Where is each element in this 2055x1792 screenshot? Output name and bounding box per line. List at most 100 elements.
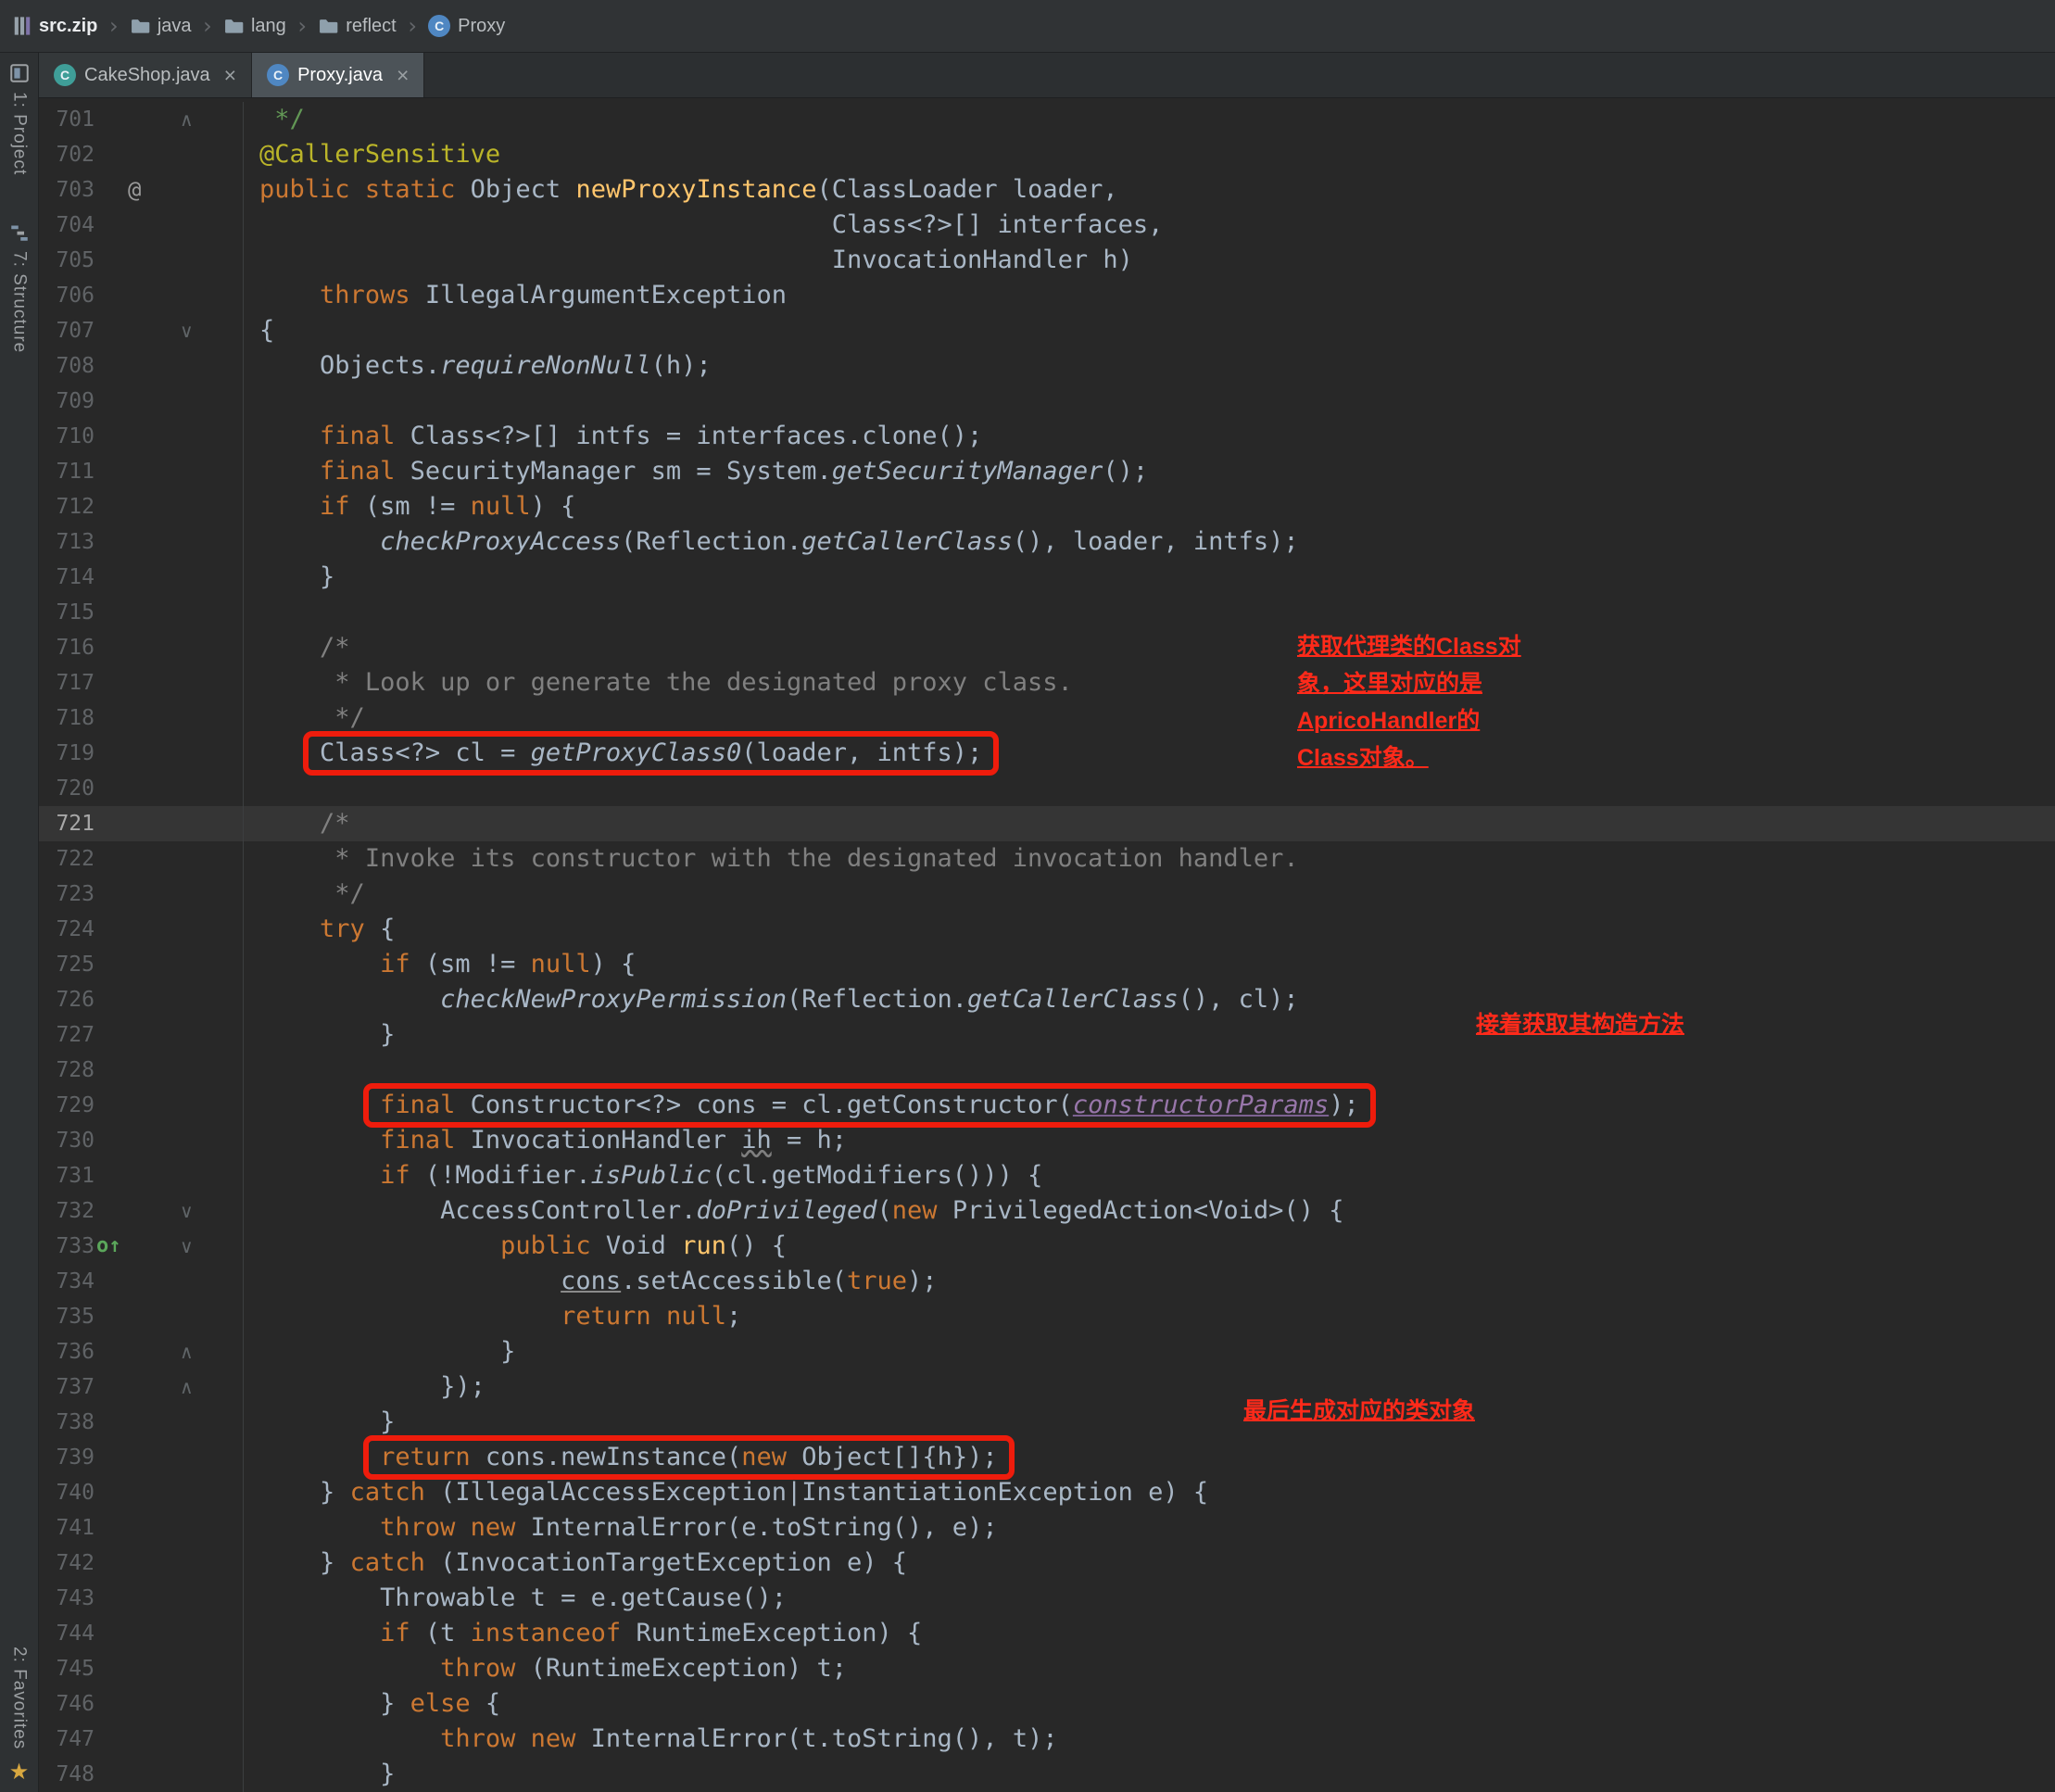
code-cell[interactable]: } — [243, 560, 2055, 595]
code-cell[interactable]: InvocationHandler h) — [243, 243, 2055, 278]
code-line[interactable]: 743 Throwable t = e.getCause(); — [39, 1581, 2055, 1616]
code-cell[interactable] — [243, 384, 2055, 419]
line-number[interactable]: 727 — [39, 1017, 95, 1053]
breadcrumb-item[interactable]: java — [130, 16, 192, 37]
code-cell[interactable]: } catch (InvocationTargetException e) { — [243, 1546, 2055, 1581]
line-number[interactable]: 721 — [39, 806, 95, 841]
line-number[interactable]: 739 — [39, 1440, 95, 1475]
code-line[interactable]: 730 final InvocationHandler ih = h; — [39, 1123, 2055, 1158]
code-line[interactable]: 729 final Constructor<?> cons = cl.getCo… — [39, 1083, 2055, 1128]
code-line[interactable]: 738 } — [39, 1405, 2055, 1440]
breadcrumb-item[interactable]: src.zip — [13, 16, 97, 37]
code-cell[interactable]: try { — [243, 912, 2055, 947]
code-line[interactable]: 741 throw new InternalError(e.toString()… — [39, 1510, 2055, 1546]
line-number[interactable]: 717 — [39, 665, 95, 700]
line-number[interactable]: 734 — [39, 1264, 95, 1299]
line-number[interactable]: 729 — [39, 1088, 95, 1123]
code-line[interactable]: 727 } — [39, 1017, 2055, 1053]
line-number[interactable]: 702 — [39, 137, 95, 172]
gutter[interactable]: 715 — [39, 595, 243, 630]
code-cell[interactable]: if (sm != null) { — [243, 947, 2055, 982]
fold-down-icon[interactable]: ∨ — [180, 1229, 194, 1264]
code-line[interactable]: 732 ∨ AccessController.doPrivileged(new P… — [39, 1193, 2055, 1229]
code-line[interactable]: 733 o↑ ∨ public Void run() { — [39, 1229, 2055, 1264]
line-number[interactable]: 708 — [39, 348, 95, 384]
code-line[interactable]: 739 return cons.newInstance(new Object[]… — [39, 1435, 2055, 1480]
code-cell[interactable]: cons.setAccessible(true); — [243, 1264, 2055, 1299]
code-cell[interactable]: Class<?> cl = getProxyClass0(loader, int… — [243, 731, 2055, 776]
code-line[interactable]: 724 try { — [39, 912, 2055, 947]
code-cell[interactable]: final InvocationHandler ih = h; — [243, 1123, 2055, 1158]
line-number[interactable]: 703 — [39, 172, 95, 208]
code-line[interactable]: 747 throw new InternalError(t.toString()… — [39, 1722, 2055, 1757]
code-cell[interactable]: Objects.requireNonNull(h); — [243, 348, 2055, 384]
breadcrumb-item[interactable]: C Proxy — [428, 15, 505, 37]
code-area[interactable]: 701 ∧ */702 @CallerSensitive 703 @ public s… — [39, 102, 2055, 1792]
code-line[interactable]: 710 final Class<?>[] intfs = interfaces.… — [39, 419, 2055, 454]
line-number[interactable]: 704 — [39, 208, 95, 243]
line-number[interactable]: 701 — [39, 102, 95, 137]
close-icon[interactable]: × — [397, 64, 409, 86]
code-cell[interactable]: checkProxyAccess(Reflection.getCallerCla… — [243, 524, 2055, 560]
code-cell[interactable]: throw (RuntimeException) t; — [243, 1651, 2055, 1686]
code-cell[interactable]: * Look up or generate the designated pro… — [243, 665, 2055, 700]
code-line[interactable]: 701 ∧ */ — [39, 102, 2055, 137]
code-line[interactable]: 744 if (t instanceof RuntimeException) { — [39, 1616, 2055, 1651]
line-number[interactable]: 730 — [39, 1123, 95, 1158]
code-cell[interactable]: { — [243, 313, 2055, 348]
code-line[interactable]: 735 return null; — [39, 1299, 2055, 1334]
line-number[interactable]: 738 — [39, 1405, 95, 1440]
code-line[interactable]: 719 Class<?> cl = getProxyClass0(loader,… — [39, 731, 2055, 776]
code-cell[interactable]: * Invoke its constructor with the design… — [243, 841, 2055, 877]
line-number[interactable]: 725 — [39, 947, 95, 982]
code-line[interactable]: 734 cons.setAccessible(true); — [39, 1264, 2055, 1299]
line-number[interactable]: 710 — [39, 419, 95, 454]
line-number[interactable]: 732 — [39, 1193, 95, 1229]
gutter[interactable]: 720 — [39, 771, 243, 806]
code-cell[interactable]: AccessController.doPrivileged(new Privil… — [243, 1193, 2055, 1229]
code-cell[interactable]: final Constructor<?> cons = cl.getConstr… — [243, 1083, 2055, 1128]
line-number[interactable]: 740 — [39, 1475, 95, 1510]
code-cell[interactable]: final Class<?>[] intfs = interfaces.clon… — [243, 419, 2055, 454]
code-line[interactable]: 712 if (sm != null) { — [39, 489, 2055, 524]
code-line[interactable]: 726 checkNewProxyPermission(Reflection.g… — [39, 982, 2055, 1017]
line-number[interactable]: 716 — [39, 630, 95, 665]
line-number[interactable]: 720 — [39, 771, 95, 806]
override-gutter-icon[interactable]: o↑ — [96, 1229, 121, 1264]
line-number[interactable]: 747 — [39, 1722, 95, 1757]
code-line[interactable]: 704 Class<?>[] interfaces, — [39, 208, 2055, 243]
line-number[interactable]: 741 — [39, 1510, 95, 1546]
code-line[interactable]: 745 throw (RuntimeException) t; — [39, 1651, 2055, 1686]
code-line[interactable]: 720 — [39, 771, 2055, 806]
code-line[interactable]: 709 — [39, 384, 2055, 419]
code-line[interactable]: 722 * Invoke its constructor with the de… — [39, 841, 2055, 877]
code-line[interactable]: 723 */ — [39, 877, 2055, 912]
code-line[interactable]: 748 } — [39, 1757, 2055, 1792]
code-line[interactable]: 731 if (!Modifier.isPublic(cl.getModifie… — [39, 1158, 2055, 1193]
code-cell[interactable]: */ — [243, 877, 2055, 912]
line-number[interactable]: 707 — [39, 313, 95, 348]
line-number[interactable]: 735 — [39, 1299, 95, 1334]
code-line[interactable]: 705 InvocationHandler h) — [39, 243, 2055, 278]
line-number[interactable]: 744 — [39, 1616, 95, 1651]
gutter[interactable]: 709 — [39, 384, 243, 419]
code-cell[interactable] — [243, 595, 2055, 630]
code-cell[interactable]: */ — [243, 102, 2055, 137]
line-number[interactable]: 731 — [39, 1158, 95, 1193]
code-line[interactable]: 703 @ public static Object newProxyInstan… — [39, 172, 2055, 208]
line-number[interactable]: 722 — [39, 841, 95, 877]
toolwindow-button[interactable]: 7: Structure — [9, 223, 30, 353]
line-number[interactable]: 711 — [39, 454, 95, 489]
code-line[interactable]: 736 ∧ } — [39, 1334, 2055, 1369]
line-number[interactable]: 748 — [39, 1757, 95, 1792]
code-line[interactable]: 707 ∨ { — [39, 313, 2055, 348]
code-cell[interactable]: checkNewProxyPermission(Reflection.getCa… — [243, 982, 2055, 1017]
line-number[interactable]: 723 — [39, 877, 95, 912]
fold-up-icon[interactable]: ∧ — [180, 102, 194, 137]
code-cell[interactable]: } — [243, 1017, 2055, 1053]
line-number[interactable]: 709 — [39, 384, 95, 419]
code-cell[interactable]: } — [243, 1757, 2055, 1792]
line-number[interactable]: 728 — [39, 1053, 95, 1088]
code-cell[interactable]: } else { — [243, 1686, 2055, 1722]
code-cell[interactable]: throw new InternalError(e.toString(), e)… — [243, 1510, 2055, 1546]
